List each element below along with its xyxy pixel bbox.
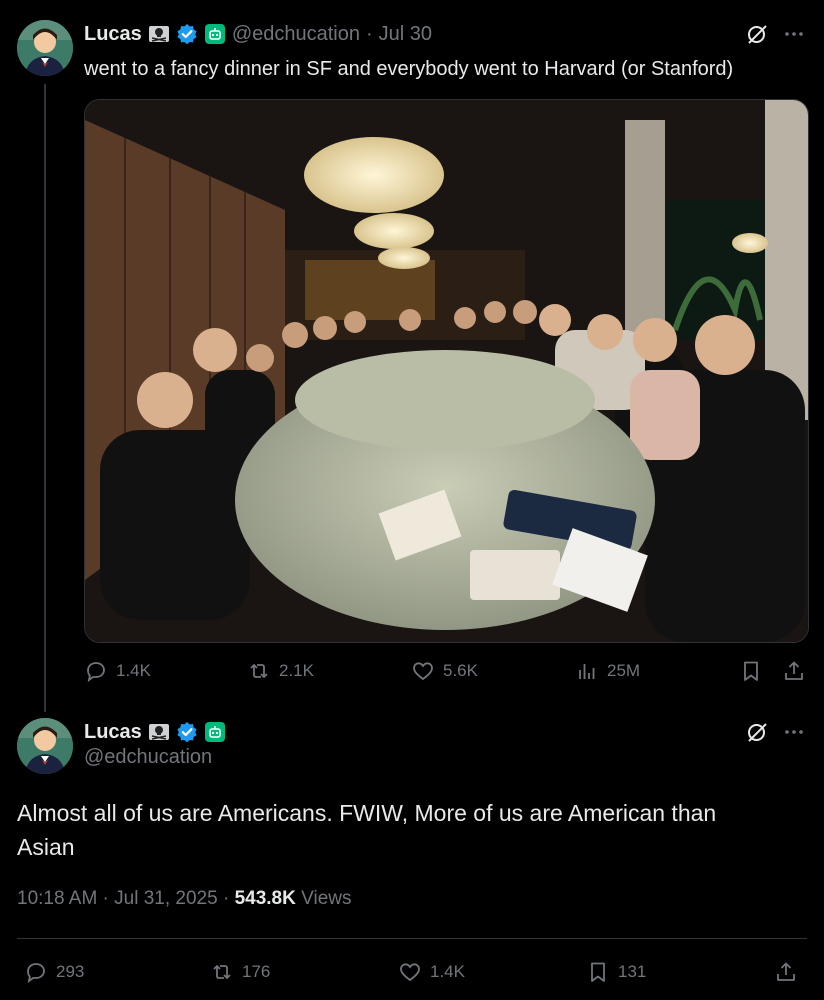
share-button[interactable] bbox=[774, 960, 798, 989]
thread-connector-line bbox=[44, 84, 46, 712]
separator-dot: · bbox=[365, 22, 373, 45]
author-name[interactable]: Lucas bbox=[84, 721, 142, 744]
avatar[interactable] bbox=[17, 718, 73, 774]
verified-badge-icon[interactable] bbox=[176, 23, 198, 45]
bookmark-count: 131 bbox=[618, 962, 647, 981]
like-button[interactable]: 1.4K bbox=[398, 960, 465, 984]
views-chart-icon bbox=[579, 664, 595, 679]
author-handle[interactable]: @edchucation bbox=[232, 23, 360, 46]
grok-icon bbox=[748, 723, 767, 742]
bookmark-icon bbox=[591, 962, 605, 982]
skull-crossbones-icon bbox=[148, 26, 169, 42]
avatar-illustration-icon bbox=[17, 718, 73, 774]
automated-account-icon bbox=[204, 24, 225, 44]
reply-icon bbox=[27, 963, 45, 984]
avatar-illustration-icon bbox=[17, 20, 73, 76]
share-icon bbox=[785, 661, 803, 680]
heart-icon bbox=[400, 963, 420, 982]
view-count-number: 543.8K bbox=[234, 888, 296, 909]
reply-icon bbox=[87, 662, 105, 683]
bookmark-button[interactable] bbox=[739, 659, 763, 688]
tweet-photo[interactable] bbox=[84, 99, 809, 643]
more-dots-icon bbox=[785, 32, 803, 36]
repost-button[interactable]: 176 bbox=[210, 960, 270, 984]
bookmark-icon bbox=[744, 661, 758, 681]
bookmark-button[interactable]: 131 bbox=[586, 960, 646, 984]
repost-count: 2.1K bbox=[279, 661, 314, 680]
verified-badge-icon[interactable] bbox=[176, 721, 198, 743]
post-timestamp[interactable]: 10:18 AM · Jul 31, 2025 · bbox=[17, 888, 229, 909]
heart-icon bbox=[413, 662, 433, 681]
repost-count: 176 bbox=[242, 962, 271, 981]
reply-count: 1.4K bbox=[116, 661, 151, 680]
post-date[interactable]: Jul 30 bbox=[379, 23, 432, 46]
views-count: 25M bbox=[607, 661, 641, 680]
repost-button[interactable]: 2.1K bbox=[247, 659, 314, 683]
tweet-text: Almost all of us are Americans. FWIW, Mo… bbox=[17, 800, 717, 860]
reply-button[interactable]: 1.4K bbox=[84, 659, 151, 683]
grok-button[interactable] bbox=[745, 22, 769, 51]
like-count: 5.6K bbox=[443, 661, 478, 680]
reply-count: 293 bbox=[56, 962, 85, 981]
share-icon bbox=[777, 962, 795, 981]
share-button[interactable] bbox=[782, 659, 806, 688]
skull-crossbones-icon bbox=[148, 724, 169, 740]
views-button[interactable]: 25M bbox=[575, 659, 640, 683]
more-options-button[interactable] bbox=[782, 720, 806, 749]
avatar[interactable] bbox=[17, 20, 73, 76]
automated-account-icon bbox=[204, 722, 225, 742]
author-name[interactable]: Lucas bbox=[84, 23, 142, 46]
repost-icon bbox=[250, 664, 268, 678]
dinner-photo-image bbox=[85, 100, 808, 642]
grok-button[interactable] bbox=[745, 720, 769, 749]
view-count-label: Views bbox=[301, 888, 352, 909]
reply-button[interactable]: 293 bbox=[24, 960, 84, 984]
more-dots-icon bbox=[785, 730, 803, 734]
author-handle[interactable]: @edchucation bbox=[84, 746, 212, 769]
repost-icon bbox=[213, 965, 231, 979]
divider bbox=[17, 938, 807, 939]
like-button[interactable]: 5.6K bbox=[411, 659, 478, 683]
tweet-text: went to a fancy dinner in SF and everybo… bbox=[84, 58, 734, 80]
more-options-button[interactable] bbox=[782, 22, 806, 51]
like-count: 1.4K bbox=[430, 962, 465, 981]
grok-icon bbox=[748, 25, 767, 44]
